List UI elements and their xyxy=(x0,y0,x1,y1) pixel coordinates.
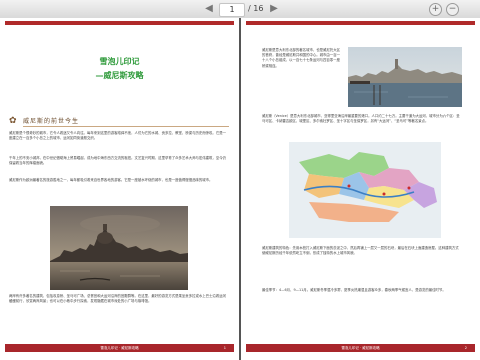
geography-paragraph: 威尼斯（Venice）是意大利东北部城市，亚得里亚海沿岸最重要的港口。人口约二十… xyxy=(262,114,460,124)
footer-page-number: 1 xyxy=(223,346,226,350)
left-page: 雪泡儿印记 —威尼斯攻略 ✿ 威尼斯的前世今生 威尼斯是个很奇妙的城市，它令人着… xyxy=(0,18,239,360)
intro-paragraph: 威尼斯是个很奇妙的城市，它令人着迷又令人向往。每年来到这里的游客络绎不绝，人们为… xyxy=(9,131,226,141)
venice-sunset-photo xyxy=(50,206,188,290)
forward-arrow-icon[interactable]: ▶ xyxy=(268,3,280,15)
page-footer: 雪泡儿印记 · 威尼斯攻略 1 xyxy=(5,344,234,352)
ornament-icon: ✿ xyxy=(9,116,17,126)
footer-page-number: 2 xyxy=(464,346,467,350)
venice-canal-illustration xyxy=(348,47,462,107)
plus-circle-icon[interactable]: + xyxy=(429,3,442,16)
viewer-toolbar: ◀ 1 / 16 ▶ + − xyxy=(0,0,480,19)
best-season-paragraph: 最佳季节：4—6月、9—11月。威尼斯冬季湿冷多雾，夏季炎热潮湿且游客众多，春秋… xyxy=(262,288,446,292)
book-subtitle: —威尼斯攻略 xyxy=(95,71,144,80)
district-map-illustration xyxy=(289,142,441,238)
minus-circle-icon[interactable]: − xyxy=(446,3,459,16)
venice-district-map xyxy=(289,142,441,238)
footer-title: 雪泡儿印记 · 威尼斯攻略 xyxy=(341,346,380,350)
book-title: 雪泡儿印记 xyxy=(99,57,140,66)
venice-canal-photo xyxy=(348,47,462,107)
right-page: 威尼斯是意大利东北部的著名城市，也是威尼托大区的首府，曾经是威尼斯共和国的中心。… xyxy=(241,18,480,360)
total-pages-label: / 16 xyxy=(248,4,264,13)
section-divider xyxy=(23,126,229,127)
footer-title: 雪泡儿印记 · 威尼斯攻略 xyxy=(100,346,139,350)
back-arrow-icon[interactable]: ◀ xyxy=(203,3,215,15)
overview-paragraph: 威尼斯是意大利东北部的著名城市，也是威尼托大区的首府，曾经是威尼斯共和国的中心。… xyxy=(262,48,340,68)
top-accent-bar xyxy=(5,21,234,25)
section-heading-text: 威尼斯的前世今生 xyxy=(23,118,80,125)
architecture-paragraph: 威尼斯建筑的特色：先用木桩打入威尼斯下面的淤泥之中，然后再铺上一层又一层的石块，… xyxy=(262,246,459,256)
section-heading: ✿ 威尼斯的前世今生 xyxy=(9,115,229,128)
history-paragraph: 千年上的不安小城邦，在中世纪借助海上贸易崛起，成为地中海东西方交流的枢纽。文艺复… xyxy=(9,156,226,166)
page-footer: 雪泡儿印记 · 威尼斯攻略 2 xyxy=(246,344,475,352)
page-number-input[interactable]: 1 xyxy=(219,3,245,17)
landmarks-paragraph: 两岸有许多著名的建筑，包括叹息桥、圣马可广场、总督宫和大运河沿岸的宫殿群等。在这… xyxy=(9,294,226,304)
tourism-paragraph: 威尼斯作为欧洲最著名的旅游胜地之一，每年都吸引着来自世界各地的游客。它是一座被水… xyxy=(9,178,213,182)
top-accent-bar xyxy=(246,21,475,25)
venice-sunset-illustration xyxy=(50,206,188,290)
